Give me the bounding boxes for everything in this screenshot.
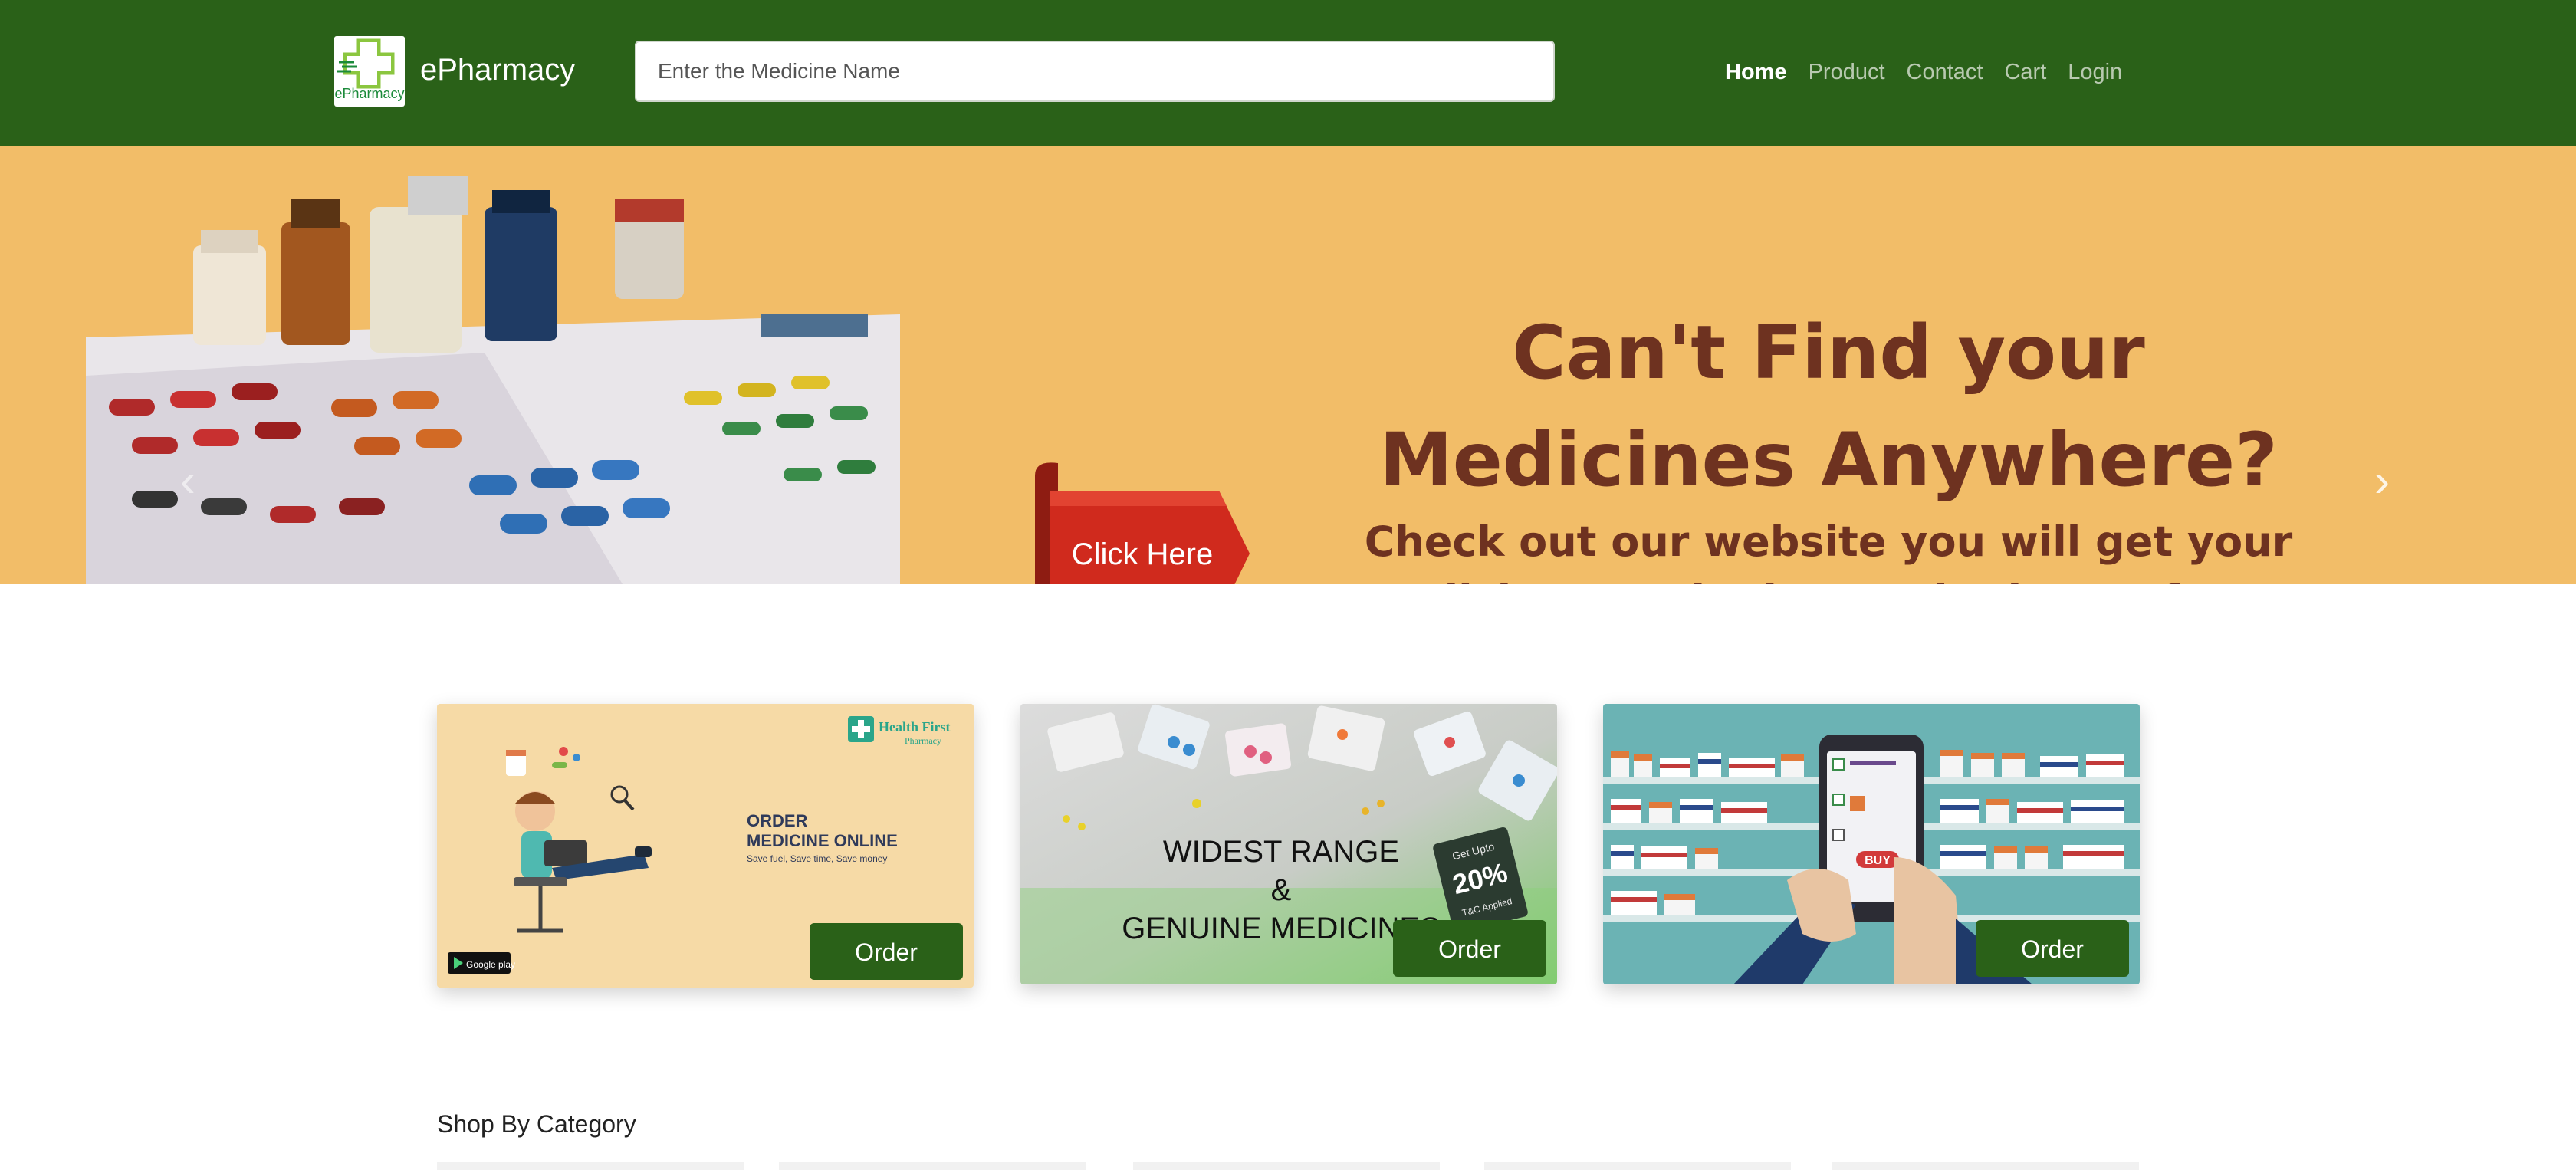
- medicine-search-input[interactable]: [635, 41, 1555, 102]
- promo-card-mobile-pharmacy[interactable]: BUY Order: [1603, 704, 2140, 984]
- card2-line-1: WIDEST RANGE: [1163, 835, 1399, 869]
- ribbon-text: Click Here: [1072, 537, 1213, 571]
- banner-headline-line-1: Can't Find your: [1512, 310, 2145, 396]
- buy-sticker: BUY: [1865, 854, 1891, 867]
- nav-link-product[interactable]: Product: [1809, 55, 1885, 89]
- category-card[interactable]: [1832, 1162, 2139, 1170]
- brand-logo[interactable]: ePharmacy: [334, 36, 405, 107]
- card1-line-1: ORDER: [747, 811, 808, 830]
- banner-headline-line-2: Medicines Anywhere?: [1379, 417, 2278, 503]
- promo-card-order-online[interactable]: Health First Pharmacy ORDER MEDICINE ONL…: [437, 704, 974, 988]
- nav-links: Home Product Contact Cart Login: [1725, 55, 2144, 89]
- order-button[interactable]: Order: [1976, 920, 2129, 977]
- nav-link-login[interactable]: Login: [2068, 55, 2122, 89]
- nav-link-contact[interactable]: Contact: [1907, 55, 1983, 89]
- logo-text: ePharmacy: [334, 86, 405, 101]
- chevron-right-icon[interactable]: ›: [2363, 454, 2401, 508]
- promo-card-widest-range[interactable]: WIDEST RANGE & GENUINE MEDICINES Get Upt…: [1020, 704, 1557, 984]
- health-first-brand: Health First: [879, 719, 950, 735]
- nav-link-home[interactable]: Home: [1725, 55, 1787, 89]
- nav-link-cart[interactable]: Cart: [2004, 55, 2046, 89]
- order-button[interactable]: Order: [1393, 920, 1546, 977]
- google-play-badge: Google play: [466, 959, 515, 970]
- category-card[interactable]: [779, 1162, 1086, 1170]
- card1-line-2: MEDICINE ONLINE: [747, 831, 898, 850]
- medicines-photo: [86, 176, 900, 584]
- banner-headline: Can't Find your Medicines Anywhere?: [1334, 299, 2323, 514]
- banner-subtext-line-2: medicines or the best substitute of your: [1334, 571, 2323, 584]
- category-card[interactable]: [1484, 1162, 1791, 1170]
- brand-name[interactable]: ePharmacy: [420, 51, 575, 89]
- chevron-left-icon[interactable]: ‹: [169, 454, 207, 508]
- banner-subtext: Check out our website you will get your …: [1334, 512, 2323, 584]
- click-here-ribbon[interactable]: Click Here: [1027, 460, 1254, 584]
- navbar: ePharmacy ePharmacy Home Product Contact…: [0, 0, 2576, 146]
- shop-by-category-title: Shop By Category: [437, 1110, 636, 1138]
- category-card[interactable]: [437, 1162, 744, 1170]
- card1-line-3: Save fuel, Save time, Save money: [747, 853, 887, 864]
- category-card[interactable]: [1133, 1162, 1440, 1170]
- hero-carousel[interactable]: Click Here Can't Find your Medicines Any…: [0, 146, 2576, 584]
- banner-subtext-line-1: Check out our website you will get your: [1364, 518, 2293, 566]
- card2-line-2: &: [1271, 873, 1292, 907]
- order-button[interactable]: Order: [810, 923, 963, 980]
- health-first-sub: Pharmacy: [905, 735, 941, 746]
